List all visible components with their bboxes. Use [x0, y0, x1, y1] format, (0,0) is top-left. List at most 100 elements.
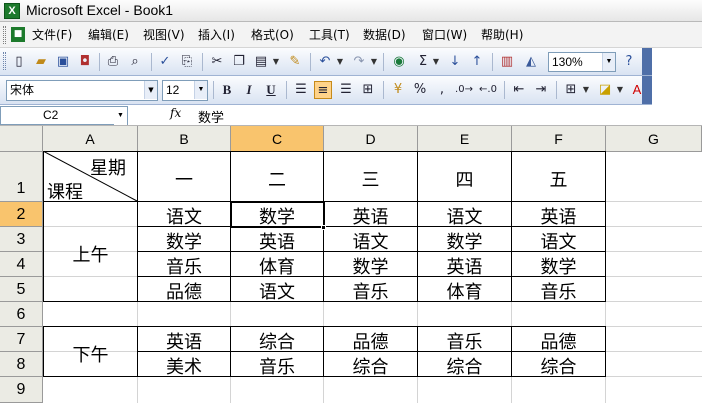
table-cell[interactable]: 音乐 — [231, 353, 323, 379]
day-header-fri[interactable]: 五 — [512, 166, 605, 192]
day-header-wed[interactable]: 三 — [324, 166, 417, 192]
table-cell[interactable]: 音乐 — [418, 328, 511, 354]
autosum-icon[interactable]: Σ — [414, 53, 432, 71]
comma-style-icon[interactable]: , — [433, 81, 451, 99]
sort-ascending-icon[interactable]: ↓ — [446, 53, 464, 71]
row-header-8[interactable]: 8 — [0, 352, 43, 377]
table-cell[interactable]: 体育 — [231, 253, 323, 279]
row-header-3[interactable]: 3 — [0, 227, 43, 252]
paste-dropdown-icon[interactable]: ▼ — [272, 53, 280, 71]
table-cell[interactable]: 英语 — [324, 203, 417, 229]
align-center-icon[interactable]: ≡ — [314, 81, 332, 99]
table-cell[interactable]: 语文 — [512, 228, 605, 254]
decrease-indent-icon[interactable]: ⇤ — [510, 81, 528, 99]
chevron-down-icon[interactable]: ▼ — [144, 81, 157, 99]
table-cell[interactable]: 语文 — [324, 228, 417, 254]
table-cell[interactable]: 英语 — [138, 328, 230, 354]
table-cell[interactable]: 英语 — [231, 228, 323, 254]
table-cell[interactable]: 语文 — [418, 203, 511, 229]
new-icon[interactable]: ▯ — [10, 53, 28, 71]
table-cell[interactable]: 音乐 — [138, 253, 230, 279]
redo-dropdown-icon[interactable]: ▼ — [370, 53, 378, 71]
sort-descending-icon[interactable]: ↑ — [468, 53, 486, 71]
menu-window[interactable]: 窗口(W) — [422, 27, 467, 45]
table-cell[interactable]: 综合 — [512, 353, 605, 379]
table-cell[interactable]: 品德 — [138, 278, 230, 304]
afternoon-label[interactable]: 下午 — [44, 341, 137, 367]
select-all-corner[interactable] — [0, 126, 43, 152]
currency-style-icon[interactable]: ¥ — [389, 81, 407, 99]
align-left-icon[interactable]: ☰ — [292, 81, 310, 99]
menu-file[interactable]: 文件(F) — [32, 27, 72, 45]
table-cell[interactable]: 数学 — [418, 228, 511, 254]
column-header-c[interactable]: C — [231, 126, 324, 152]
open-icon[interactable]: ▰ — [32, 53, 50, 71]
table-cell[interactable]: 英语 — [418, 253, 511, 279]
menu-edit[interactable]: 编辑(E) — [88, 27, 129, 45]
borders-dropdown-icon[interactable]: ▼ — [582, 81, 590, 99]
table-cell[interactable]: 音乐 — [512, 278, 605, 304]
chevron-down-icon[interactable]: ▼ — [602, 53, 615, 71]
column-header-b[interactable]: B — [138, 126, 231, 152]
column-header-f[interactable]: F — [512, 126, 606, 152]
bold-button[interactable]: B — [218, 81, 236, 99]
row-header-6[interactable]: 6 — [0, 302, 43, 327]
menubar-grip-handle[interactable] — [3, 26, 6, 44]
morning-label[interactable]: 上午 — [44, 241, 137, 267]
help-icon[interactable]: ? — [620, 53, 638, 71]
table-cell[interactable]: 语文 — [138, 203, 230, 229]
autosum-dropdown-icon[interactable]: ▼ — [432, 53, 440, 71]
undo-icon[interactable]: ↶ — [316, 53, 334, 71]
menu-view[interactable]: 视图(V) — [143, 27, 185, 45]
chart-wizard-icon[interactable]: ▥ — [498, 53, 516, 71]
drawing-icon[interactable]: ◭ — [522, 53, 540, 71]
toolbar-options-icon[interactable] — [642, 76, 652, 104]
table-cell[interactable]: 数学 — [324, 253, 417, 279]
borders-icon[interactable]: ⊞ — [562, 81, 580, 99]
table-cell[interactable]: 美术 — [138, 353, 230, 379]
fill-color-icon[interactable]: ◪ — [596, 81, 614, 99]
table-cell[interactable]: 数学 — [138, 228, 230, 254]
undo-dropdown-icon[interactable]: ▼ — [336, 53, 344, 71]
table-cell[interactable]: 综合 — [418, 353, 511, 379]
underline-button[interactable]: U — [262, 81, 280, 99]
redo-icon[interactable]: ↷ — [350, 53, 368, 71]
cut-icon[interactable]: ✂ — [208, 53, 226, 71]
table-cell[interactable]: 品德 — [512, 328, 605, 354]
table-cell[interactable]: 语文 — [231, 278, 323, 304]
day-header-tue[interactable]: 二 — [231, 166, 323, 192]
save-icon[interactable]: ▣ — [54, 53, 72, 71]
row-header-2[interactable]: 2 — [0, 202, 43, 227]
menu-format[interactable]: 格式(O) — [251, 27, 294, 45]
column-header-a[interactable]: A — [43, 126, 138, 152]
print-icon[interactable]: ⎙ — [104, 53, 122, 71]
row-header-4[interactable]: 4 — [0, 252, 43, 277]
align-right-icon[interactable]: ☰ — [337, 81, 355, 99]
insert-function-icon[interactable]: fx — [170, 106, 181, 120]
decrease-decimal-icon[interactable]: ←.0 — [479, 81, 497, 99]
day-header-mon[interactable]: 一 — [138, 166, 230, 192]
italic-button[interactable]: I — [240, 81, 258, 99]
merge-center-icon[interactable]: ⊞ — [359, 81, 377, 99]
increase-decimal-icon[interactable]: .0→ — [455, 81, 473, 99]
table-cell[interactable]: 音乐 — [324, 278, 417, 304]
column-header-d[interactable]: D — [324, 126, 418, 152]
format-painter-icon[interactable]: ✎ — [286, 53, 304, 71]
fill-handle[interactable] — [321, 225, 326, 230]
menu-data[interactable]: 数据(D) — [363, 27, 406, 45]
workbook-doc-icon[interactable]: ■ — [11, 27, 25, 42]
fill-color-dropdown-icon[interactable]: ▼ — [616, 81, 624, 99]
formula-input[interactable]: 数学 — [198, 107, 224, 126]
hyperlink-icon[interactable]: ◉ — [390, 53, 408, 71]
toolbar-grip-handle[interactable] — [3, 52, 6, 70]
research-icon[interactable]: ⎘ — [178, 53, 196, 71]
toolbar-options-icon[interactable] — [642, 48, 652, 75]
table-cell[interactable]: 英语 — [512, 203, 605, 229]
print-preview-icon[interactable]: ⌕ — [126, 53, 144, 71]
table-cell[interactable]: 品德 — [324, 328, 417, 354]
name-box[interactable]: C2 ▼ — [0, 106, 128, 125]
menu-tools[interactable]: 工具(T) — [309, 27, 350, 45]
row-header-1[interactable]: 1 — [0, 152, 43, 202]
menu-help[interactable]: 帮助(H) — [481, 27, 523, 45]
chevron-down-icon[interactable]: ▼ — [194, 81, 207, 99]
